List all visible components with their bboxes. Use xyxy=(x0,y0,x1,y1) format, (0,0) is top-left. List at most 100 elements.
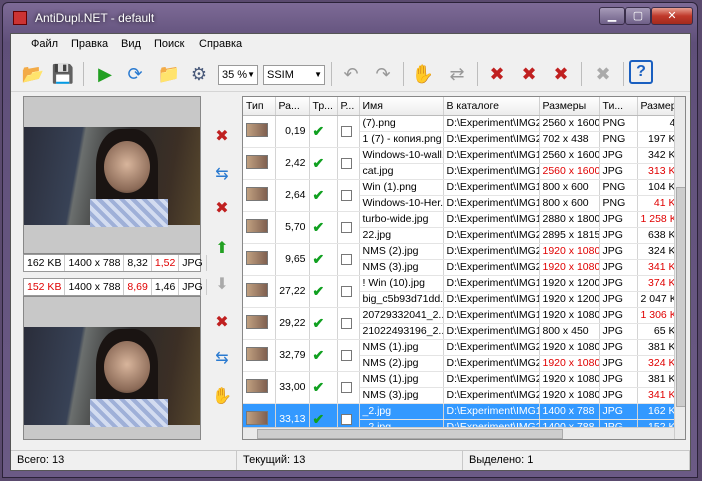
separator xyxy=(331,62,332,86)
group-cell[interactable] xyxy=(337,339,360,372)
save-icon[interactable]: 💾 xyxy=(49,60,77,88)
group-checkbox[interactable] xyxy=(340,190,352,201)
group-cell[interactable] xyxy=(337,179,360,212)
maximize-button[interactable]: ▢ xyxy=(625,7,651,25)
vertical-scrollbar[interactable] xyxy=(674,97,685,439)
delete-second-icon[interactable]: ✖ xyxy=(210,310,234,334)
rename-icon[interactable]: ⇄ xyxy=(443,60,471,88)
col-name[interactable]: Имя xyxy=(359,97,444,116)
table-row[interactable]: 29,22 ✔ 20729332041_2... D:\Experiment\IMG1… xyxy=(243,307,680,340)
type-icon-cell xyxy=(243,243,276,276)
difference-cell: 29,22 xyxy=(275,307,310,340)
table-row[interactable]: 33,00 ✔ NMS (1).jpg D:\Experiment\IMG2 1920 … xyxy=(243,371,680,404)
table-row[interactable]: 27,22 ✔ ! Win (10).jpg D:\Experiment\IMG1 19… xyxy=(243,275,680,308)
filetype-cell: JPG xyxy=(599,275,638,292)
status-total: Всего: 13 xyxy=(11,451,237,470)
close-button[interactable]: ✕ xyxy=(651,7,693,25)
app-window: AntiDupl.NET - default ▁ ▢ ✕ Файл Правка… xyxy=(2,2,698,478)
group-checkbox[interactable] xyxy=(340,382,352,393)
name-cell: big_c5b93d71dd... xyxy=(359,291,444,308)
group-cell[interactable] xyxy=(337,371,360,404)
horizontal-scrollbar[interactable] xyxy=(243,427,674,439)
menu-search[interactable]: Поиск xyxy=(154,38,184,50)
menu-view[interactable]: Вид xyxy=(121,38,141,50)
col-dimensions[interactable]: Размеры xyxy=(539,97,600,116)
name-cell: Windows-10-Her... xyxy=(359,195,444,212)
col-transform[interactable]: Тр... xyxy=(309,97,338,116)
delete-both-icon[interactable]: ✖ xyxy=(547,60,575,88)
group-cell[interactable] xyxy=(337,147,360,180)
table-row[interactable]: 33,13 ✔ _2.jpg D:\Experiment\IMG1 1400 x 788… xyxy=(243,403,680,436)
mistake-icon[interactable]: ✖ xyxy=(589,60,617,88)
arrow-down-icon[interactable]: ⬇ xyxy=(210,272,234,296)
menu-help[interactable]: Справка xyxy=(199,38,242,50)
scroll-thumb[interactable] xyxy=(257,429,563,439)
delete-second-icon[interactable]: ✖ xyxy=(515,60,543,88)
start-search-icon[interactable]: ▶ xyxy=(91,60,119,88)
group-checkbox[interactable] xyxy=(340,414,352,425)
directory-cell: D:\Experiment\IMG1 xyxy=(443,307,540,324)
replace-first-icon[interactable]: ⇆ xyxy=(210,162,234,186)
group-checkbox[interactable] xyxy=(340,222,352,233)
group-cell[interactable] xyxy=(337,211,360,244)
dimensions-cell: 1400 x 788 xyxy=(539,403,600,420)
group-checkbox[interactable] xyxy=(340,126,352,137)
dimensions-cell: 1920 x 1080 xyxy=(539,355,600,372)
group-cell[interactable] xyxy=(337,243,360,276)
open-results-icon[interactable]: 📁 xyxy=(155,60,183,88)
name-cell: (7).png xyxy=(359,115,444,132)
second-image-preview xyxy=(23,296,201,440)
replace-second-icon[interactable]: ⇆ xyxy=(210,346,234,370)
filetype-cell: PNG xyxy=(599,115,638,132)
second-photo xyxy=(24,327,200,427)
group-checkbox[interactable] xyxy=(340,350,352,361)
menu-edit[interactable]: Правка xyxy=(71,38,108,50)
minimize-button[interactable]: ▁ xyxy=(599,7,625,25)
table-row[interactable]: 0,19 ✔ (7).png D:\Experiment\IMG2 2560 x 160… xyxy=(243,115,680,148)
refresh-icon[interactable]: ⟳ xyxy=(121,60,149,88)
separator xyxy=(581,62,582,86)
table-row[interactable]: 32,79 ✔ NMS (1).jpg D:\Experiment\IMG2 1920 … xyxy=(243,339,680,372)
table-row[interactable]: 9,65 ✔ NMS (2).jpg D:\Experiment\IMG2 1920 x… xyxy=(243,243,680,276)
window-title: AntiDupl.NET - default xyxy=(35,11,155,25)
group-checkbox[interactable] xyxy=(340,318,352,329)
delete-both-icon[interactable]: ✖ xyxy=(210,196,234,220)
mistake-hand-icon[interactable]: ✋ xyxy=(210,384,234,408)
info-type: JPG xyxy=(179,255,207,271)
type-icon-cell xyxy=(243,147,276,180)
table-row[interactable]: 2,42 ✔ Windows-10-wall... D:\Experiment\IMG… xyxy=(243,147,680,180)
checkmark-icon: ✔ xyxy=(312,378,325,395)
col-filesize[interactable]: Размер xyxy=(637,97,680,116)
group-cell[interactable] xyxy=(337,307,360,340)
difference-cell: 27,22 xyxy=(275,275,310,308)
stop-hand-icon[interactable]: ✋ xyxy=(409,60,437,88)
table-row[interactable]: 2,64 ✔ Win (1).png D:\Experiment\IMG1 800 x … xyxy=(243,179,680,212)
undo-icon[interactable]: ↶ xyxy=(337,60,365,88)
algorithm-select[interactable]: SSIM ▼ xyxy=(263,65,325,85)
settings-gear-icon[interactable]: ⚙ xyxy=(185,60,213,88)
checkmark-icon: ✔ xyxy=(312,154,325,171)
delete-first-icon[interactable]: ✖ xyxy=(483,60,511,88)
delete-first-icon[interactable]: ✖ xyxy=(210,124,234,148)
col-group[interactable]: Р... xyxy=(337,97,360,116)
menu-file[interactable]: Файл xyxy=(31,38,58,50)
group-checkbox[interactable] xyxy=(340,158,352,169)
filesize-cell: 2 047 K xyxy=(637,291,680,308)
table-row[interactable]: 5,70 ✔ turbo-wide.jpg D:\Experiment\IMG1 288… xyxy=(243,211,680,244)
separator xyxy=(623,62,624,86)
scroll-thumb[interactable] xyxy=(676,187,685,407)
group-cell[interactable] xyxy=(337,275,360,308)
group-cell[interactable] xyxy=(337,115,360,148)
col-directory[interactable]: В каталоге xyxy=(443,97,540,116)
redo-icon[interactable]: ↷ xyxy=(369,60,397,88)
filesize-cell: 104 K xyxy=(637,179,680,196)
group-checkbox[interactable] xyxy=(340,286,352,297)
group-checkbox[interactable] xyxy=(340,254,352,265)
col-difference[interactable]: Ра... xyxy=(275,97,310,116)
col-type[interactable]: Тип xyxy=(243,97,276,116)
help-icon[interactable]: ? xyxy=(629,60,653,84)
arrow-up-icon[interactable]: ⬆ xyxy=(210,236,234,260)
col-filetype[interactable]: Ти... xyxy=(599,97,638,116)
open-folder-icon[interactable]: 📂 xyxy=(19,60,47,88)
zoom-select[interactable]: 35 % ▼ xyxy=(218,65,258,85)
